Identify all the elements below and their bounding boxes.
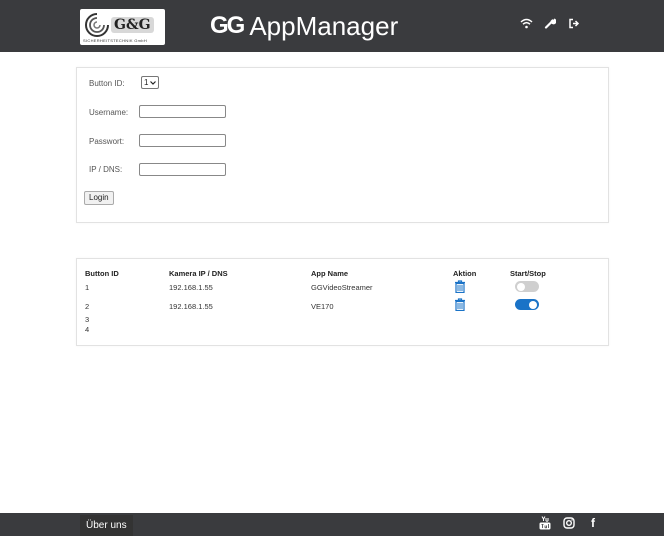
- button-id-select[interactable]: 1: [141, 76, 160, 89]
- column-header: Aktion: [453, 269, 477, 278]
- app-title: GG AppManager: [210, 9, 398, 43]
- wrench-icon[interactable]: [541, 14, 559, 32]
- column-header: Start/Stop: [510, 269, 546, 278]
- password-input[interactable]: [139, 134, 226, 147]
- toggle-knob: [529, 300, 537, 309]
- button-id-value: 1: [144, 78, 149, 87]
- row-button-id: 2: [85, 302, 90, 311]
- login-button[interactable]: Login: [84, 191, 114, 205]
- username-input[interactable]: [139, 105, 226, 118]
- about-us-link[interactable]: Über uns: [80, 515, 133, 536]
- start-stop-toggle[interactable]: [515, 281, 539, 292]
- toggle-knob: [517, 282, 525, 291]
- row-camera-ip: 192.168.1.55: [169, 302, 213, 311]
- title-text: AppManager: [249, 10, 399, 41]
- chevron-down-icon: [150, 80, 157, 85]
- column-header: App Name: [311, 269, 349, 278]
- trash-icon[interactable]: [454, 280, 466, 293]
- company-logo[interactable]: G&G SICHERHEITSTECHNIK GmbH: [80, 9, 165, 45]
- username-label: Username:: [89, 108, 129, 117]
- row-app-name: VE170: [311, 302, 334, 311]
- row-button-id: 4: [85, 325, 90, 334]
- password-label: Passwort:: [89, 137, 125, 146]
- login-card: Button ID: 1 Username: Passwort: IP / DN…: [76, 67, 609, 223]
- logo-subtitle: SICHERHEITSTECHNIK GmbH: [83, 38, 148, 43]
- logo-brand-text: G&G: [111, 17, 154, 33]
- apps-table: Button ID Kamera IP / DNS App Name Aktio…: [76, 258, 609, 346]
- instagram-icon[interactable]: [562, 515, 576, 531]
- social-links: f: [538, 515, 600, 531]
- start-stop-toggle[interactable]: [515, 299, 539, 310]
- row-button-id: 1: [85, 283, 90, 292]
- youtube-icon[interactable]: [538, 515, 552, 531]
- header-actions: [517, 14, 583, 32]
- button-id-label: Button ID:: [89, 79, 125, 88]
- trash-icon[interactable]: [454, 298, 466, 311]
- row-camera-ip: 192.168.1.55: [169, 283, 213, 292]
- title-mark: GG: [210, 12, 245, 39]
- logout-icon[interactable]: [565, 14, 583, 32]
- wifi-icon[interactable]: [517, 14, 535, 32]
- row-button-id: 3: [85, 315, 90, 324]
- column-header: Button ID: [85, 269, 119, 278]
- facebook-icon[interactable]: f: [586, 515, 600, 531]
- swirl-logo-icon: [85, 13, 109, 37]
- row-app-name: GGVideoStreamer: [311, 283, 373, 292]
- ip-dns-input[interactable]: [139, 163, 226, 176]
- column-header: Kamera IP / DNS: [169, 269, 228, 278]
- ip-dns-label: IP / DNS:: [89, 165, 123, 174]
